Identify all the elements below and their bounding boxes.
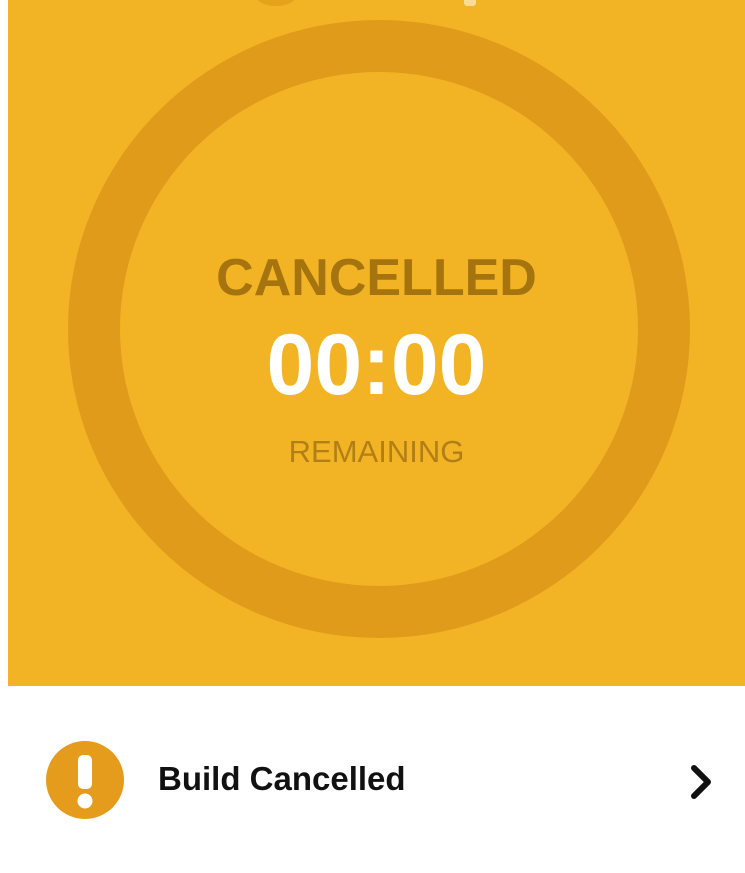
- chevron-right-icon[interactable]: [688, 762, 716, 802]
- remaining-label: REMAINING: [288, 434, 465, 469]
- partial-top-icon: [256, 0, 296, 6]
- partial-top-mark: [464, 0, 476, 6]
- status-label: CANCELLED: [216, 249, 537, 307]
- build-status-row[interactable]: Build Cancelled: [8, 718, 745, 844]
- build-status-page: CANCELLED 00:00 REMAINING Build Cancelle…: [0, 0, 745, 873]
- build-status-label: Build Cancelled: [158, 760, 406, 797]
- exclamation-icon: [46, 741, 124, 819]
- timer-panel: CANCELLED 00:00 REMAINING: [8, 0, 745, 686]
- countdown-timer: 00:00: [266, 317, 487, 413]
